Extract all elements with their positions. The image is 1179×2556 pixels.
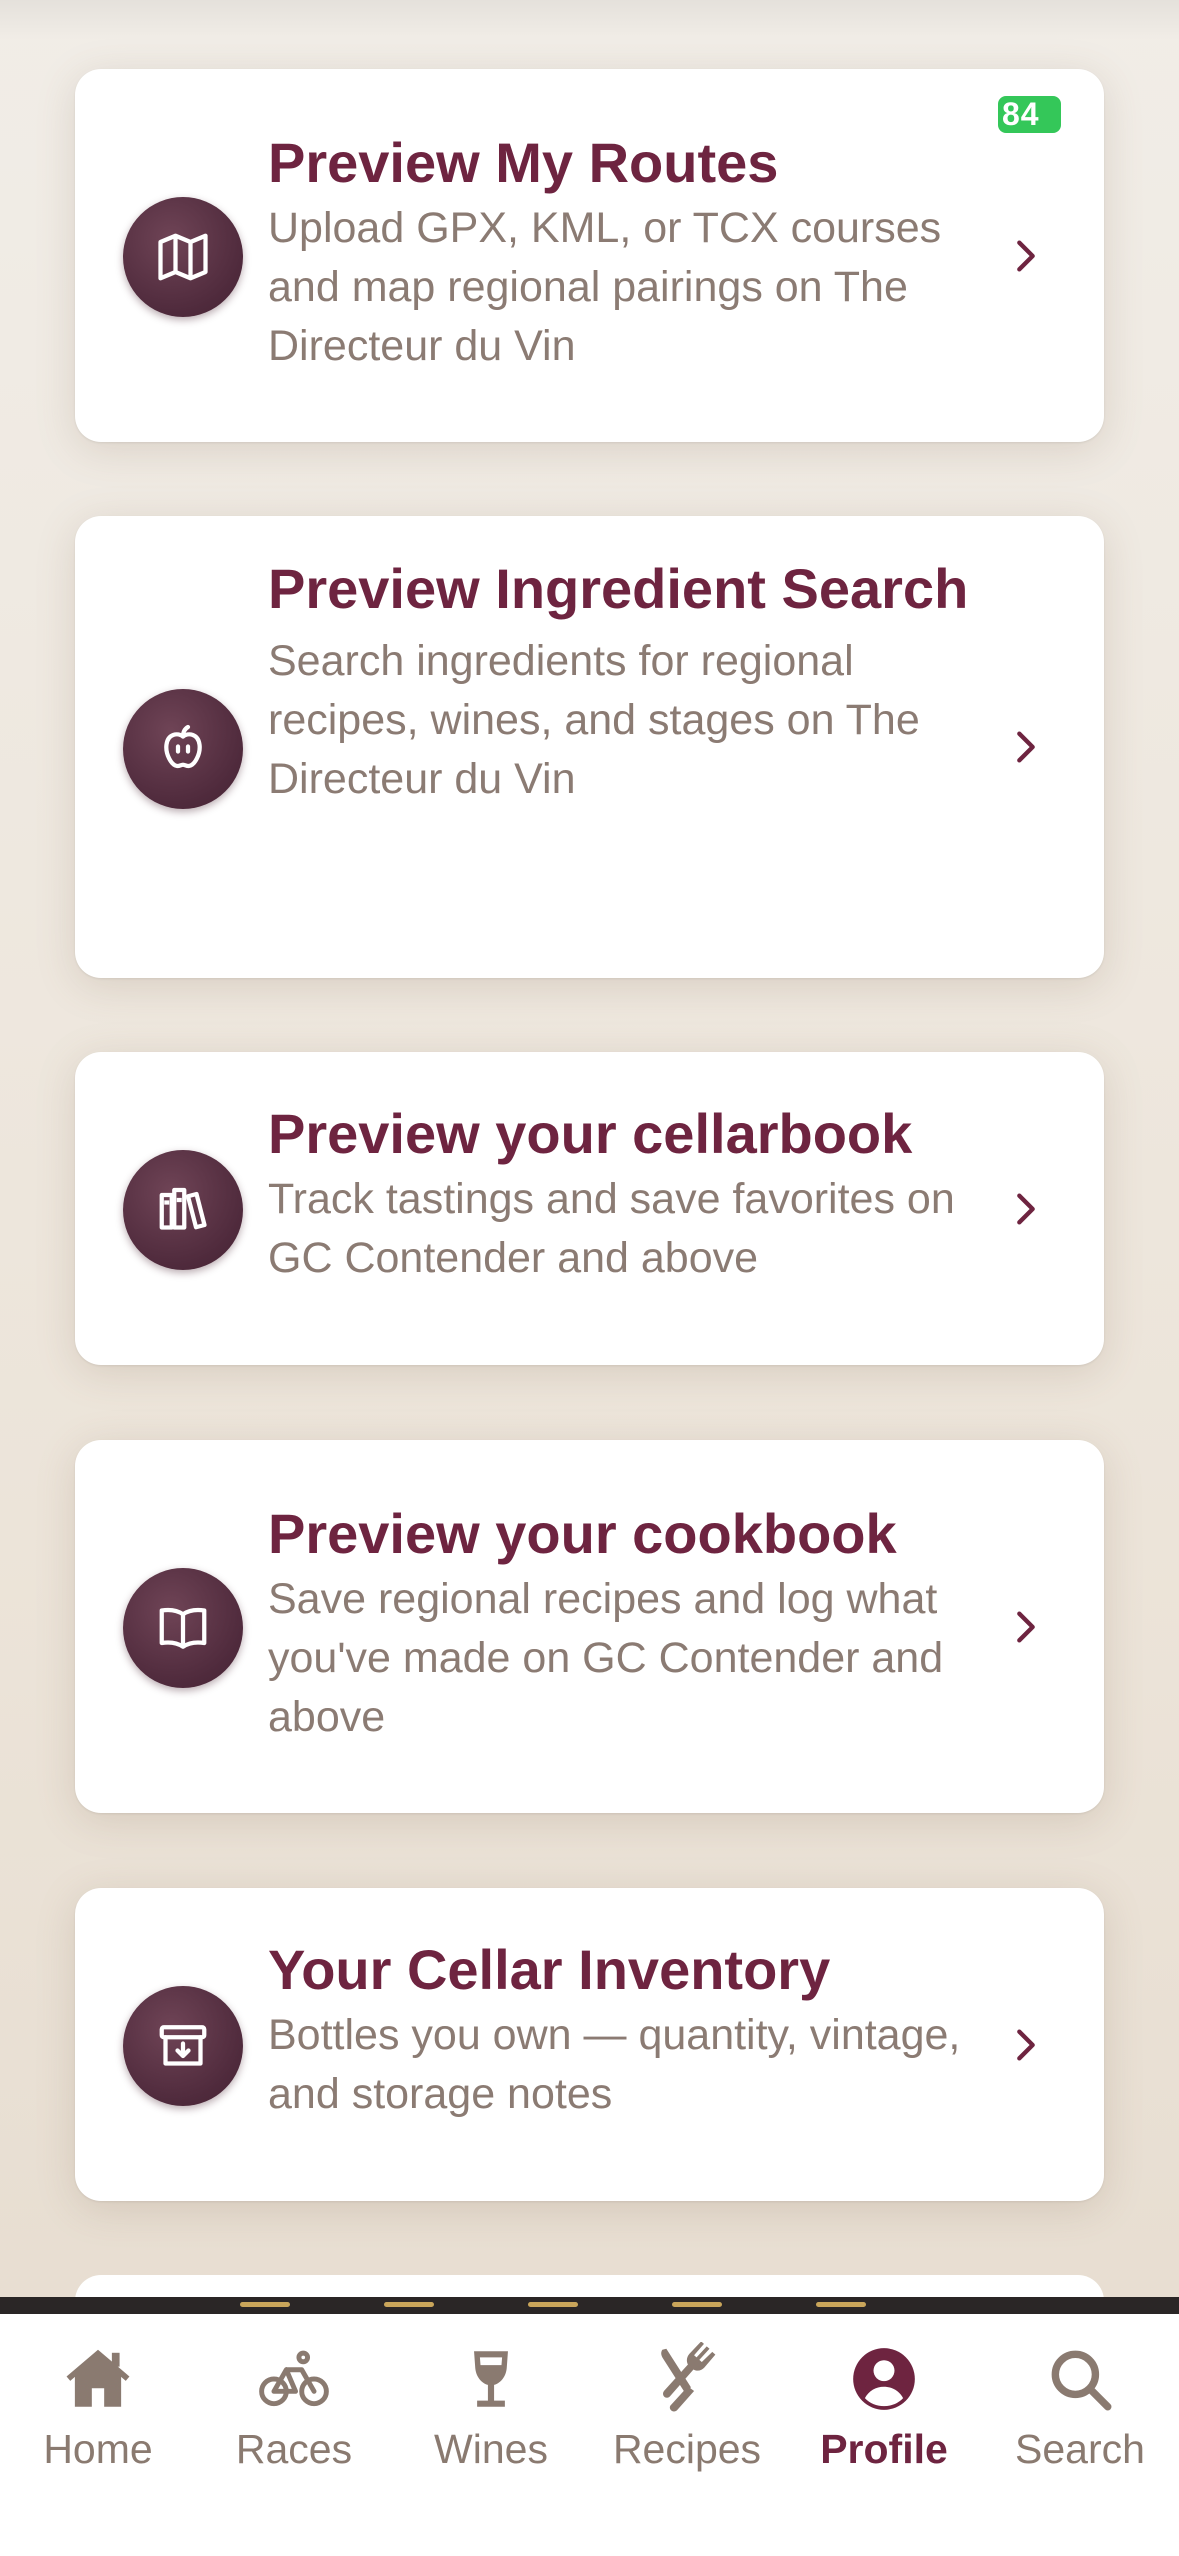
- open-book-icon-badge: [123, 1568, 243, 1688]
- tab-label: Home: [43, 2426, 153, 2472]
- archive-box-icon: [159, 2025, 207, 2066]
- tab-label: Profile: [820, 2426, 948, 2472]
- card-preview-cellarbook[interactable]: Preview your cellarbook Track tastings a…: [75, 1052, 1104, 1365]
- chevron-right-icon: [1017, 240, 1035, 272]
- card-description: Save regional recipes and log what you'v…: [268, 1575, 944, 1741]
- apple-icon: [164, 724, 202, 769]
- search-icon: [1051, 2350, 1112, 2411]
- wine-glass-icon: [474, 2351, 508, 2407]
- tab-indicator-tick: [528, 2302, 578, 2307]
- card-description: Upload GPX, KML, or TCX courses and map …: [268, 204, 942, 370]
- tab-indicator-tick: [384, 2302, 434, 2307]
- chevron-right-icon: [1017, 1611, 1035, 1643]
- top-shade: [0, 0, 1179, 40]
- tab-search[interactable]: Search: [982, 2342, 1178, 2482]
- tab-indicator-tick: [816, 2302, 866, 2307]
- card-preview-cookbook[interactable]: Preview your cookbook Save regional reci…: [75, 1440, 1104, 1813]
- card-title: Your Cellar Inventory: [268, 1938, 831, 2001]
- chevron-right-icon: [1017, 731, 1035, 763]
- chevron-right-icon: [1017, 1193, 1035, 1225]
- tabbar-divider: [0, 2297, 1179, 2314]
- books-icon: [159, 1187, 207, 1230]
- map-icon: [158, 233, 208, 281]
- card-title: Preview your cookbook: [268, 1502, 897, 1565]
- card-description: Search ingredients for regional recipes,…: [268, 637, 920, 803]
- tab-label: Races: [235, 2426, 353, 2472]
- tab-recipes[interactable]: Recipes: [589, 2342, 785, 2482]
- card-title: Preview your cellarbook: [268, 1102, 913, 1165]
- battery-indicator: 84: [998, 96, 1061, 133]
- bottom-tab-bar: Home Races Wines Recipes Profile Search: [0, 2314, 1179, 2556]
- card-description: Track tastings and save favorites on GC …: [268, 1175, 955, 1282]
- apple-icon-badge: [123, 689, 243, 809]
- tab-indicator-tick: [672, 2302, 722, 2307]
- card-preview-ingredient-search[interactable]: Preview Ingredient Search Search ingredi…: [75, 516, 1104, 978]
- tab-races[interactable]: Races: [196, 2342, 392, 2482]
- bicycle-icon: [259, 2350, 329, 2407]
- tab-home[interactable]: Home: [0, 2342, 196, 2482]
- card-description: Bottles you own — quantity, vintage, and…: [268, 2011, 961, 2118]
- fork-knife-icon: [661, 2342, 716, 2412]
- profile-icon: [853, 2348, 915, 2410]
- books-icon-badge: [123, 1150, 243, 1270]
- open-book-icon: [159, 1607, 207, 1649]
- tab-wines[interactable]: Wines: [393, 2342, 589, 2482]
- archive-box-icon-badge: [123, 1986, 243, 2106]
- card-cellar-inventory[interactable]: Your Cellar Inventory Bottles you own — …: [75, 1888, 1104, 2201]
- tab-label: Search: [1015, 2426, 1145, 2472]
- home-icon: [66, 2349, 130, 2407]
- chevron-right-icon: [1017, 2029, 1035, 2061]
- card-title: Preview Ingredient Search: [268, 557, 969, 620]
- map-icon-badge: [123, 197, 243, 317]
- card-preview-my-routes[interactable]: Preview My Routes Upload GPX, KML, or TC…: [75, 69, 1104, 442]
- tab-profile[interactable]: Profile: [786, 2342, 982, 2482]
- card-title: Preview My Routes: [268, 131, 779, 194]
- tab-label: Recipes: [612, 2426, 762, 2472]
- tab-label: Wines: [434, 2426, 548, 2472]
- tab-indicator-tick: [240, 2302, 290, 2307]
